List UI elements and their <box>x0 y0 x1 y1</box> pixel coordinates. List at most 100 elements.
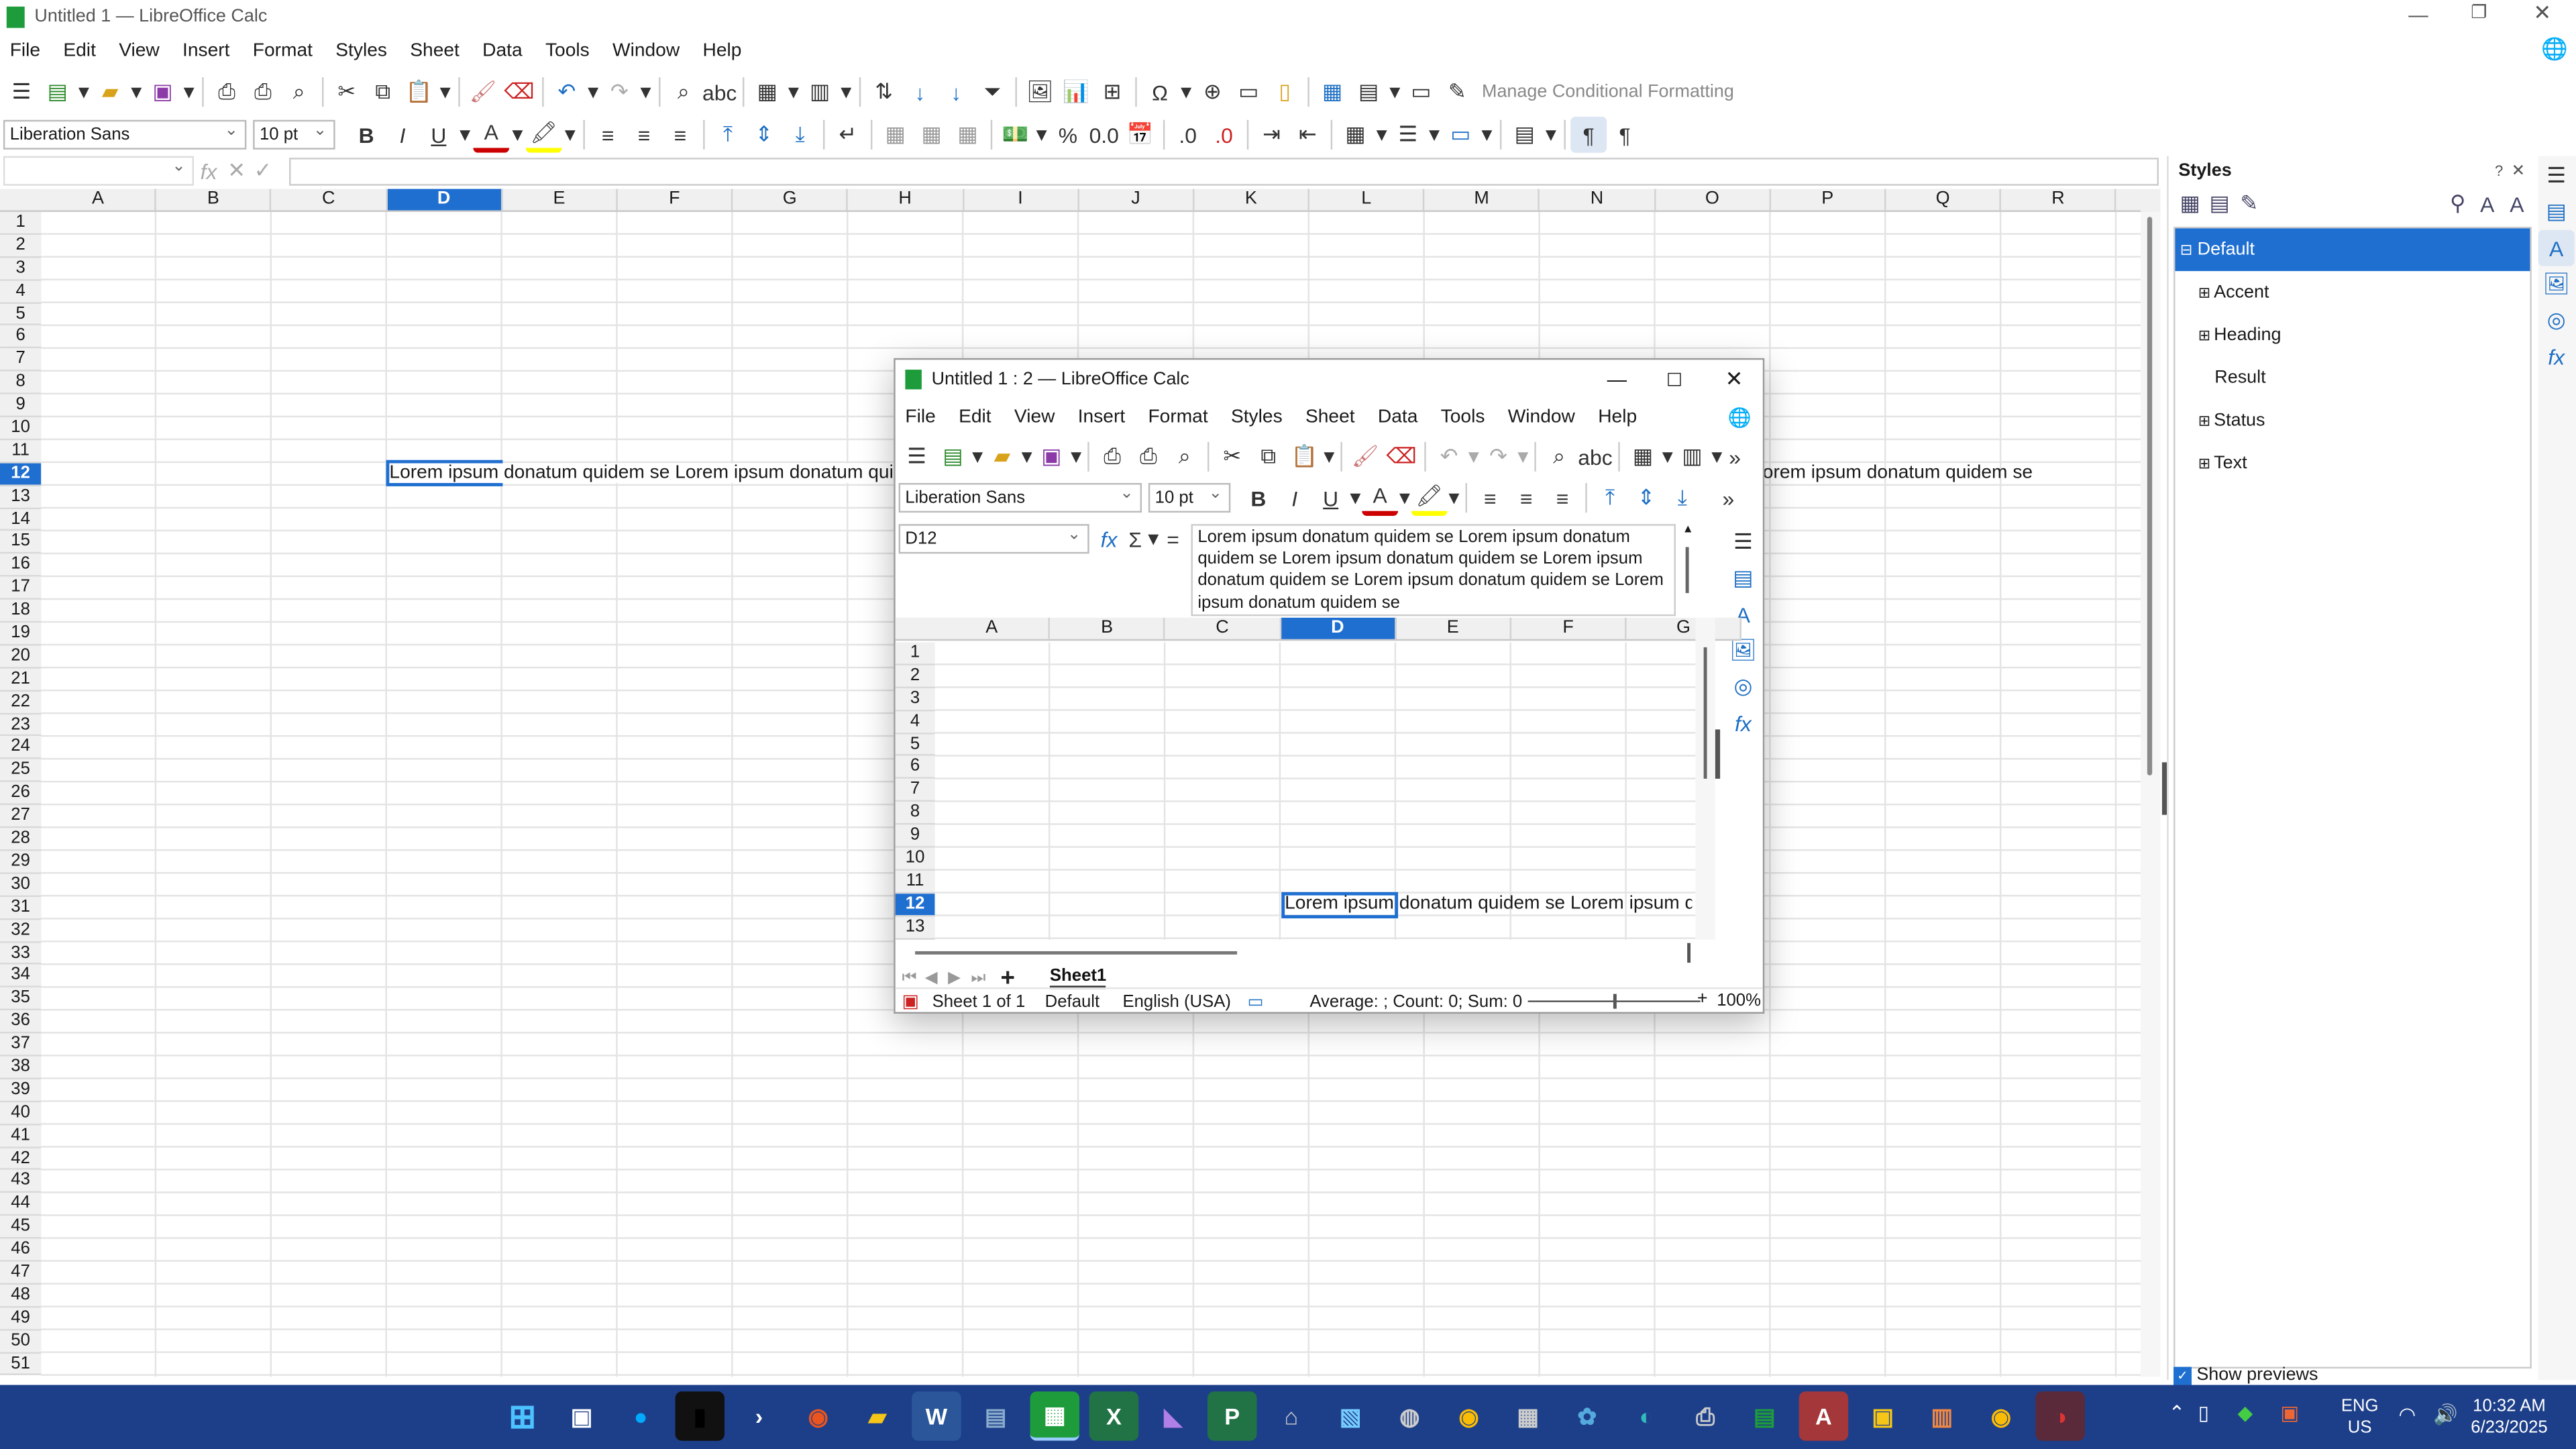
manage-conditional-formatting-label[interactable]: Manage Conditional Formatting <box>1482 82 1734 101</box>
column-header-e[interactable]: E <box>502 189 618 211</box>
column-header-c[interactable]: C <box>1165 617 1281 639</box>
clear-formatting-icon[interactable]: ⌫ <box>1383 439 1419 475</box>
date-format-icon[interactable]: 📅 <box>1122 117 1159 153</box>
export-pdf-icon[interactable]: ⎙ <box>1094 439 1130 475</box>
bold-icon[interactable]: B <box>348 117 384 153</box>
chevron-down-icon[interactable]: ▾ <box>1543 117 1559 153</box>
powershell-icon[interactable]: › <box>735 1391 784 1440</box>
obs-icon[interactable]: ◍ <box>1385 1391 1434 1440</box>
row-header-26[interactable]: 26 <box>0 782 42 806</box>
menu-styles[interactable]: Styles <box>1231 407 1283 427</box>
row-header-6[interactable]: 6 <box>895 756 935 780</box>
column-header-g[interactable]: G <box>1627 617 1742 639</box>
menu-help[interactable]: Help <box>1598 407 1637 427</box>
row-header-15[interactable]: 15 <box>0 531 42 555</box>
calculator-icon[interactable]: ▦ <box>1503 1391 1552 1440</box>
chevron-down-icon[interactable]: ▾ <box>1069 439 1083 475</box>
pivot-table-icon[interactable]: ⊞ <box>1094 74 1130 110</box>
row-header-11[interactable]: 11 <box>0 440 42 464</box>
column-icon[interactable]: ▥ <box>802 74 838 110</box>
formula-icon[interactable]: = <box>1160 521 1186 557</box>
column-header-q[interactable]: Q <box>1886 189 2002 211</box>
menu-view[interactable]: View <box>119 41 160 60</box>
folder-icon[interactable]: ▰ <box>853 1391 902 1440</box>
sidebar-menu-icon[interactable]: ☰ <box>3 74 40 110</box>
menu-view[interactable]: View <box>1014 407 1055 427</box>
clock[interactable]: 10:32 AM 6/23/2025 <box>2471 1397 2547 1440</box>
chevron-down-icon[interactable]: ▾ <box>1479 117 1495 153</box>
row-header-3[interactable]: 3 <box>895 688 935 711</box>
underline-icon[interactable]: U <box>1313 480 1349 516</box>
horizontal-scrollbar-thumb[interactable] <box>915 951 1238 955</box>
menu-edit[interactable]: Edit <box>63 41 96 60</box>
split-window-icon[interactable]: ▭ <box>1403 74 1439 110</box>
merge-cells-icon[interactable]: ▦ <box>914 117 950 153</box>
merge-center-icon[interactable]: ▦ <box>877 117 914 153</box>
show-draw-functions-icon[interactable]: ✎ <box>1439 74 1475 110</box>
row-header-20[interactable]: 20 <box>0 645 42 669</box>
sort-descending-icon[interactable]: ↓ <box>938 74 974 110</box>
row-header-14[interactable]: 14 <box>0 508 42 532</box>
align-top-icon[interactable]: ⤒ <box>1592 480 1628 516</box>
insert-chart-icon[interactable]: 📊 <box>1058 74 1094 110</box>
ubuntu-icon[interactable]: ◉ <box>794 1391 843 1440</box>
text-right-to-left-icon[interactable]: ¶ <box>1607 117 1643 153</box>
row-header-10[interactable]: 10 <box>0 417 42 441</box>
row-header-3[interactable]: 3 <box>0 257 42 280</box>
row-header-35[interactable]: 35 <box>0 987 42 1011</box>
align-right-icon[interactable]: ≡ <box>662 117 698 153</box>
zoom-level[interactable]: 100% <box>1717 991 1761 1010</box>
cancel-icon[interactable]: ✕ <box>223 153 250 189</box>
minimize-button[interactable]: — <box>1607 368 1627 391</box>
close-button[interactable]: ✕ <box>2533 0 2551 26</box>
column-header-d[interactable]: D <box>1281 617 1397 639</box>
network-app-icon[interactable]: ◆ <box>2238 1401 2281 1424</box>
column-header-r[interactable]: R <box>2001 189 2117 211</box>
row-header-12[interactable]: 12 <box>0 463 42 486</box>
clone-formatting-icon[interactable]: 🖌 <box>465 74 501 110</box>
menu-format[interactable]: Format <box>1148 407 1208 427</box>
scrollbar-thumb[interactable] <box>2147 217 2153 775</box>
paste-icon[interactable]: 📋 <box>401 74 437 110</box>
column-header-k[interactable]: K <box>1194 189 1310 211</box>
row-header-13[interactable]: 13 <box>0 486 42 509</box>
percent-format-icon[interactable]: % <box>1050 117 1086 153</box>
column-header-d[interactable]: D <box>386 189 502 211</box>
export-pdf-icon[interactable]: ⎙ <box>209 74 245 110</box>
column-header-m[interactable]: M <box>1425 189 1540 211</box>
page-styles-icon[interactable]: ▤ <box>2205 186 2235 222</box>
row-header-7[interactable]: 7 <box>0 349 42 372</box>
special-character-icon[interactable]: Ω <box>1142 74 1178 110</box>
chevron-down-icon[interactable]: ▾ <box>1516 439 1529 475</box>
row-header-43[interactable]: 43 <box>0 1170 42 1193</box>
font-size-combo[interactable]: 10 pt <box>1148 483 1231 513</box>
globe-icon[interactable]: 🌐 <box>1722 399 1758 435</box>
fill-format-mode-icon[interactable]: ⚲ <box>2443 186 2473 222</box>
autofilter-icon[interactable]: ⏷ <box>974 74 1010 110</box>
next-sheet-icon[interactable]: ▶ <box>948 969 971 987</box>
menu-file[interactable]: File <box>905 407 935 427</box>
column-header-f[interactable]: F <box>1511 617 1627 639</box>
project-icon[interactable]: P <box>1208 1391 1257 1441</box>
chevron-down-icon[interactable]: ▾ <box>1349 480 1362 516</box>
sidebar-menu-icon[interactable]: ☰ <box>2538 158 2575 194</box>
start-icon[interactable]: ⊞ <box>498 1391 547 1440</box>
new-document-icon[interactable]: ▤ <box>40 74 76 110</box>
redo-icon[interactable]: ↷ <box>1481 439 1517 475</box>
row-header-30[interactable]: 30 <box>0 873 42 897</box>
browser-icon[interactable]: ◐ <box>1621 1391 1670 1440</box>
menu-data[interactable]: Data <box>1378 407 1418 427</box>
row-header-10[interactable]: 10 <box>895 847 935 871</box>
currency-format-icon[interactable]: 💵 <box>998 117 1034 153</box>
row-header-9[interactable]: 9 <box>895 824 935 848</box>
define-print-area-icon[interactable]: ▦ <box>1314 74 1350 110</box>
maximize-button[interactable]: ❐ <box>2471 1 2487 23</box>
row-header-18[interactable]: 18 <box>0 600 42 623</box>
audio-app-icon[interactable]: ▥ <box>1917 1391 1966 1440</box>
chevron-down-icon[interactable]: ▾ <box>1710 439 1723 475</box>
row-header-44[interactable]: 44 <box>0 1193 42 1216</box>
paint-icon[interactable]: ✿ <box>1562 1391 1611 1440</box>
chevron-down-icon[interactable]: ▾ <box>1467 439 1481 475</box>
column-header-n[interactable]: N <box>1540 189 1656 211</box>
wifi-icon[interactable]: ◠ <box>2399 1403 2416 1426</box>
